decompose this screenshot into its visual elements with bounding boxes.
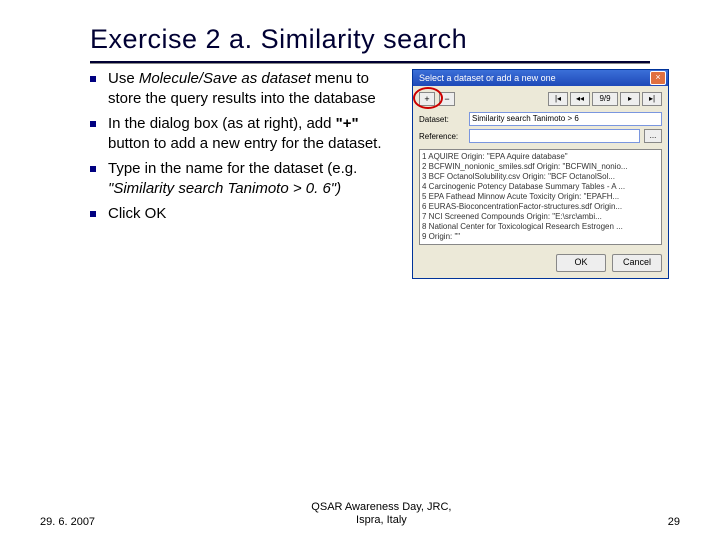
list-item[interactable]: 2 BCFWIN_nonionic_smiles.sdf Origin: "BC… (422, 162, 659, 172)
list-item[interactable]: 5 EPA Fathead Minnow Acute Toxicity Orig… (422, 192, 659, 202)
reference-label: Reference: (419, 132, 465, 141)
dataset-label: Dataset: (419, 115, 465, 124)
nav-prev-button[interactable]: ◂◂ (570, 92, 590, 106)
footer-date: 29. 6. 2007 (0, 516, 95, 528)
close-icon[interactable]: × (650, 71, 666, 85)
slide-footer: 29. 6. 2007 QSAR Awareness Day, JRC,Ispr… (0, 501, 720, 529)
list-item[interactable]: 3 BCF OctanolSolubility.csv Origin: "BCF… (422, 172, 659, 182)
list-item[interactable]: 7 NCI Screened Compounds Origin: "E:\src… (422, 212, 659, 222)
footer-venue: QSAR Awareness Day, JRC,Ispra, Italy (95, 501, 668, 529)
highlight-oval (413, 87, 443, 109)
bullet-2: In the dialog box (as at right), add "+"… (90, 114, 400, 153)
dataset-dialog: Select a dataset or add a new one × + − … (412, 69, 669, 279)
bullet-3: Type in the name for the dataset (e.g. "… (90, 159, 400, 198)
cancel-button[interactable]: Cancel (612, 254, 662, 272)
dataset-listbox[interactable]: 1 AQUIRE Origin: "EPA Aquire database" 2… (419, 149, 662, 245)
list-item[interactable]: 1 AQUIRE Origin: "EPA Aquire database" (422, 152, 659, 162)
browse-button[interactable]: ... (644, 129, 662, 143)
bullet-1: Use Molecule/Save as dataset menu to sto… (90, 69, 400, 108)
bullet-list: Use Molecule/Save as dataset menu to sto… (90, 69, 400, 230)
nav-first-button[interactable]: |◂ (548, 92, 568, 106)
dataset-input[interactable]: Similarity search Tanimoto > 6 (469, 112, 662, 126)
bullet-4: Click OK (90, 204, 400, 224)
dialog-titlebar[interactable]: Select a dataset or add a new one × (413, 70, 668, 86)
ok-button[interactable]: OK (556, 254, 606, 272)
title-rule (90, 61, 650, 63)
nav-next-button[interactable]: ▸ (620, 92, 640, 106)
list-item[interactable]: 6 EURAS-BioconcentrationFactor-structure… (422, 202, 659, 212)
list-item[interactable]: 8 National Center for Toxicological Rese… (422, 222, 659, 232)
slide-title: Exercise 2 a. Similarity search (90, 24, 680, 55)
list-item[interactable]: 4 Carcinogenic Potency Database Summary … (422, 182, 659, 192)
list-item[interactable]: 9 Origin: "" (422, 232, 659, 242)
nav-last-button[interactable]: ▸| (642, 92, 662, 106)
page-number: 29 (668, 516, 720, 528)
reference-input[interactable] (469, 129, 640, 143)
dialog-title: Select a dataset or add a new one (415, 73, 650, 83)
nav-position: 9/9 (592, 92, 618, 106)
